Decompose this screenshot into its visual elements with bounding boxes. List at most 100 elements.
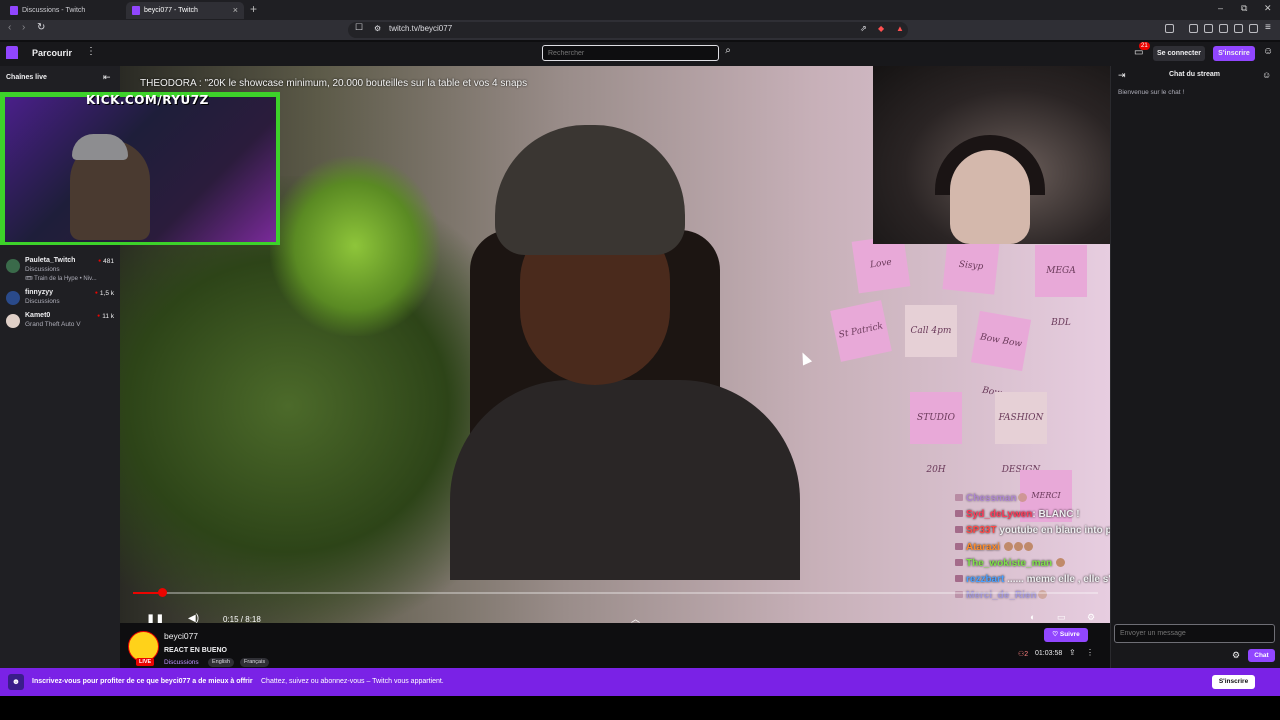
badge-icon bbox=[955, 559, 963, 566]
bookmark-icon[interactable]: ☐ bbox=[355, 22, 363, 33]
search-input[interactable] bbox=[542, 45, 719, 61]
follow-label: Suivre bbox=[1059, 631, 1080, 638]
sticky-note: MEGA BDL bbox=[1035, 245, 1087, 328]
close-tab-icon[interactable]: × bbox=[233, 2, 238, 19]
sticky-note: Call 4pm bbox=[905, 305, 957, 357]
browser-tab-discussions[interactable]: Discussions - Twitch bbox=[4, 2, 124, 19]
viewer-count: ⚇2 bbox=[1018, 651, 1029, 658]
close-window-button[interactable]: ✕ bbox=[1264, 3, 1272, 14]
browser-tab-beyci077[interactable]: beyci077 - Twitch × bbox=[126, 2, 244, 19]
stream-title: REACT EN BUENO bbox=[164, 647, 228, 654]
video-caption: THEODORA : "20K le showcase minimum, 20.… bbox=[140, 78, 528, 89]
sticky-note: Bow Bow Bow bbox=[970, 310, 1032, 399]
alert-icon[interactable]: ▲ bbox=[896, 24, 904, 33]
browse-link[interactable]: Parcourir bbox=[32, 48, 72, 58]
theatre-mode-icon[interactable]: ▭ bbox=[1057, 612, 1066, 623]
shield-icon[interactable]: ◆ bbox=[878, 24, 884, 33]
chat-welcome-message: Bienvenue sur le chat ! bbox=[1118, 89, 1185, 96]
progress-bar[interactable] bbox=[133, 592, 1098, 594]
stream-category-link[interactable]: Discussions bbox=[164, 659, 199, 666]
badge-icon bbox=[955, 510, 963, 517]
sidebar-channel-kamet0[interactable]: Kamet0 Grand Theft Auto V 11 k bbox=[0, 310, 120, 334]
emote-icon bbox=[1013, 542, 1023, 551]
tab-label: Discussions - Twitch bbox=[22, 7, 86, 14]
live-badge: LIVE bbox=[136, 658, 155, 666]
channel-name: Kamet0 bbox=[25, 312, 51, 319]
menu-icon[interactable]: ≡ bbox=[1265, 22, 1271, 33]
emote-icon bbox=[1003, 542, 1013, 551]
chat-settings-icon[interactable]: ⚙ bbox=[1232, 650, 1240, 661]
settings-icon[interactable]: ⚙ bbox=[1087, 612, 1095, 623]
site-info-icon[interactable]: ⚙ bbox=[374, 24, 381, 33]
minimize-button[interactable]: – bbox=[1218, 3, 1223, 13]
wallet-icon[interactable] bbox=[1219, 24, 1228, 33]
emote-icon bbox=[1023, 542, 1033, 551]
twitch-favicon-icon bbox=[10, 6, 18, 15]
music-icon[interactable] bbox=[1189, 24, 1198, 33]
login-button[interactable]: Se connecter bbox=[1153, 46, 1205, 61]
vpn-icon[interactable] bbox=[1249, 24, 1258, 33]
plant-leaf bbox=[270, 156, 440, 336]
overlay-chat-line: Syd_deLywen: BLANC ! bbox=[955, 509, 1080, 520]
follow-button[interactable]: ♡ Suivre bbox=[1044, 628, 1088, 642]
user-icon[interactable]: ☺ bbox=[1263, 46, 1273, 57]
channel-category: Discussions bbox=[25, 298, 60, 305]
tag-francais[interactable]: Français bbox=[240, 658, 270, 667]
share-page-icon[interactable]: ⇗ bbox=[860, 24, 867, 33]
notifications-badge: 21 bbox=[1139, 42, 1150, 50]
tab-label: beyci077 - Twitch bbox=[144, 7, 198, 14]
reactor-face bbox=[950, 150, 1030, 244]
sticky-note: STUDIO 20H bbox=[910, 392, 962, 475]
sidebar-channel-finnyzyy[interactable]: finnyzyy Discussions 1,5 k bbox=[0, 287, 120, 311]
banner-text: Chattez, suivez ou abonnez-vous – Twitch… bbox=[261, 678, 444, 685]
channel-name[interactable]: beyci077 bbox=[164, 631, 198, 641]
channel-category: Grand Theft Auto V bbox=[25, 321, 81, 328]
more-icon[interactable]: ⋮ bbox=[86, 46, 96, 57]
clip-icon[interactable]: ◐ bbox=[1030, 612, 1035, 622]
back-button[interactable]: ‹ bbox=[8, 22, 11, 33]
progress-playhead[interactable] bbox=[157, 588, 167, 597]
stream-uptime: 01:03:58 bbox=[1035, 650, 1063, 657]
sidebar-icon[interactable] bbox=[1204, 24, 1213, 33]
badge-icon bbox=[955, 575, 963, 582]
avatar bbox=[6, 259, 20, 273]
collapse-chat-icon[interactable]: ⇥ bbox=[1118, 70, 1126, 81]
banner-headline: Inscrivez-vous pour profiter de ce que b… bbox=[32, 678, 253, 685]
avatar bbox=[6, 291, 20, 305]
chat-send-button[interactable]: Chat bbox=[1248, 649, 1275, 662]
sidebar-channel-pauleta[interactable]: Pauleta_Twitch Discussions 🎟 Train de la… bbox=[0, 255, 120, 282]
chat-header: Chat du stream bbox=[1169, 71, 1220, 78]
url-text[interactable]: twitch.tv/beyci077 bbox=[389, 24, 452, 33]
sticky-note: St Patrick bbox=[830, 300, 892, 362]
kick-overlay-text: KICK.COM/RYU7Z bbox=[86, 93, 209, 107]
live-channels-header: Chaînes live bbox=[6, 74, 47, 81]
viewer-count-value: 2 bbox=[1024, 651, 1029, 658]
channel-name: Pauleta_Twitch bbox=[25, 257, 76, 264]
viewer-count: 11 k bbox=[97, 313, 114, 320]
emote-icon bbox=[1055, 558, 1065, 567]
overlay-chat-line: SP33T youtube en blanc into pub bbox=[955, 525, 1124, 536]
forward-button[interactable]: › bbox=[22, 22, 25, 33]
chat-panel bbox=[1110, 66, 1280, 668]
more-options-icon[interactable]: ⋮ bbox=[1086, 648, 1094, 657]
search-icon[interactable]: ⌕ bbox=[720, 45, 736, 61]
chat-input[interactable] bbox=[1114, 624, 1275, 643]
tag-english[interactable]: English bbox=[208, 658, 235, 667]
leo-icon[interactable] bbox=[1234, 24, 1243, 33]
badge-icon bbox=[955, 526, 963, 533]
extension-icon[interactable] bbox=[1165, 24, 1174, 33]
overlay-chat-line: Chessman bbox=[955, 493, 1027, 504]
maximize-button[interactable]: ⧉ bbox=[1241, 3, 1247, 14]
reload-icon[interactable]: ↻ bbox=[37, 22, 45, 33]
banner-signup-button[interactable]: S'inscrire bbox=[1212, 675, 1255, 689]
channel-name: finnyzyy bbox=[25, 289, 54, 296]
collapse-sidebar-icon[interactable]: ⇤ bbox=[103, 72, 111, 83]
share-icon[interactable]: ⇪ bbox=[1069, 648, 1076, 657]
signup-button[interactable]: S'inscrire bbox=[1213, 46, 1255, 61]
emote-icon bbox=[1017, 493, 1027, 502]
chat-users-icon[interactable]: ☺ bbox=[1262, 70, 1271, 80]
new-tab-button[interactable]: + bbox=[250, 2, 257, 16]
twitch-logo-icon[interactable] bbox=[6, 46, 18, 59]
sticky-note: FASHION DESIGN bbox=[995, 392, 1047, 475]
overlay-chat-line: The_wokiste_man bbox=[955, 558, 1065, 569]
